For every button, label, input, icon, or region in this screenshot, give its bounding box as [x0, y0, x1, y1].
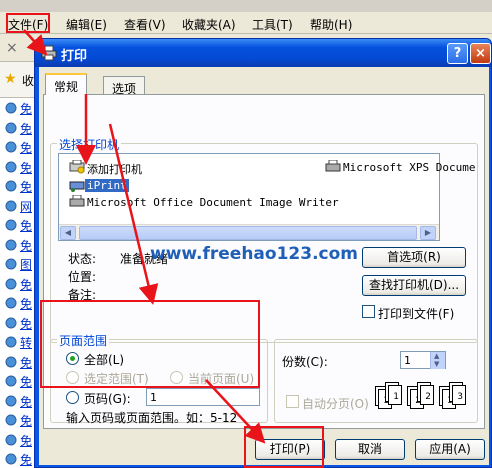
star-icon: ★: [4, 71, 17, 87]
link-bullet-icon: [5, 453, 17, 465]
spin-down-icon[interactable]: ▼: [434, 360, 439, 368]
help-button[interactable]: ?: [447, 43, 468, 64]
scroll-left-icon[interactable]: ◀: [60, 226, 76, 240]
dialog-titlebar: 打印 ? ×: [35, 39, 491, 67]
link-bullet-icon: [5, 375, 17, 387]
highlight-page-range: [40, 300, 260, 388]
link-bullet-icon: [5, 200, 17, 212]
dialog-title: 打印: [61, 49, 88, 64]
preferences-button[interactable]: 首选项(R): [362, 247, 466, 268]
apply-button[interactable]: 应用(A): [415, 439, 485, 460]
printer-item-office-writer[interactable]: Microsoft Office Document Image Writer: [87, 196, 339, 209]
copies-spinner[interactable]: ▲ ▼: [430, 352, 445, 369]
pages-input[interactable]: 1: [146, 388, 260, 406]
side-link[interactable]: 免: [20, 315, 32, 332]
side-link[interactable]: 免: [20, 451, 32, 468]
side-link[interactable]: 免: [20, 217, 32, 234]
link-bullet-icon: [5, 434, 17, 446]
print-to-file-checkbox[interactable]: [362, 305, 375, 318]
side-link[interactable]: 免: [20, 139, 32, 156]
highlight-file-menu: [6, 13, 50, 33]
side-link[interactable]: 免: [20, 295, 32, 312]
side-link[interactable]: 免: [20, 412, 32, 429]
scroll-thumb[interactable]: [79, 226, 417, 240]
link-bullet-icon: [5, 317, 17, 329]
dialog-body: 选项 选择打印机 添加打印机 Microsoft XPS Docume iPri…: [39, 67, 489, 465]
link-bullet-icon: [5, 180, 17, 192]
close-button[interactable]: ×: [470, 43, 491, 64]
printer-list[interactable]: 添加打印机 Microsoft XPS Docume iPrint Micros…: [58, 153, 475, 241]
side-link[interactable]: 免: [20, 276, 32, 293]
collate-checkbox[interactable]: [286, 395, 299, 408]
printer-item-xps[interactable]: Microsoft XPS Docume: [343, 161, 475, 174]
status-label: 状态:: [68, 252, 97, 266]
find-printer-button[interactable]: 查找打印机(D)...: [362, 275, 466, 296]
link-bullet-icon: [5, 258, 17, 270]
side-link[interactable]: 免: [20, 159, 32, 176]
side-link[interactable]: 免: [20, 178, 32, 195]
link-bullet-icon: [5, 336, 17, 348]
side-link[interactable]: 网: [20, 198, 32, 215]
link-bullet-icon: [5, 161, 17, 173]
tab-options[interactable]: 选项: [103, 76, 146, 96]
side-link[interactable]: 图: [20, 256, 32, 273]
range-pages-radio[interactable]: [66, 391, 79, 404]
close-icon[interactable]: ×: [6, 40, 18, 56]
ie-address-strip: [0, 0, 492, 12]
office-printer-icon: [69, 195, 85, 207]
collate-page-icon: 1: [388, 385, 402, 405]
link-bullet-icon: [5, 356, 17, 368]
spin-up-icon[interactable]: ▲: [434, 352, 439, 360]
xps-printer-icon: [325, 160, 341, 172]
link-bullet-icon: [5, 219, 17, 231]
print-to-file-label: 打印到文件(F): [378, 307, 455, 321]
page-range-hint: 输入页码或页面范围。如：5-12: [66, 411, 238, 425]
cancel-button[interactable]: 取消: [335, 439, 405, 460]
link-bullet-icon: [5, 278, 17, 290]
highlight-print-button: [244, 426, 324, 468]
menu-view[interactable]: 查看(V): [124, 16, 166, 33]
link-bullet-icon: [5, 297, 17, 309]
printer-item-add[interactable]: 添加打印机: [87, 161, 142, 177]
link-bullet-icon: [5, 141, 17, 153]
printer-item-iprint[interactable]: iPrint: [85, 179, 129, 192]
printer-icon: [41, 45, 57, 61]
link-bullet-icon: [5, 414, 17, 426]
side-link[interactable]: 免: [20, 120, 32, 137]
side-link[interactable]: 转: [20, 334, 32, 351]
location-label: 位置:: [68, 270, 97, 284]
add-printer-icon: [69, 160, 85, 174]
side-link[interactable]: 免: [20, 237, 32, 254]
side-link[interactable]: 免: [20, 100, 32, 117]
iprint-printer-icon: [69, 181, 85, 192]
menu-tools[interactable]: 工具(T): [252, 16, 293, 33]
scroll-right-icon[interactable]: ▶: [420, 226, 436, 240]
link-bullet-icon: [5, 122, 17, 134]
side-link[interactable]: 免: [20, 393, 32, 410]
select-printer-title: 选择打印机: [57, 136, 122, 153]
range-pages-label: 页码(G):: [84, 392, 131, 406]
menu-favorites[interactable]: 收藏夹(A): [182, 16, 236, 33]
side-link[interactable]: 免: [20, 373, 32, 390]
collate-label: 自动分页(O): [302, 397, 369, 411]
printer-list-scrollbar[interactable]: ◀ ▶: [59, 224, 439, 240]
link-bullet-icon: [5, 239, 17, 251]
collate-page-icon: 2: [420, 385, 434, 405]
collate-page-icon: 3: [452, 385, 466, 405]
ie-menubar: 文件(F) 编辑(E) 查看(V) 收藏夹(A) 工具(T) 帮助(H): [0, 12, 492, 34]
favorites-label[interactable]: 收: [22, 72, 34, 89]
copies-label: 份数(C):: [282, 355, 328, 369]
menu-edit[interactable]: 编辑(E): [66, 16, 107, 33]
menu-help[interactable]: 帮助(H): [310, 16, 352, 33]
watermark-text: www.freehao123.com: [150, 244, 358, 264]
side-link[interactable]: 免: [20, 432, 32, 449]
tab-general[interactable]: 常规: [45, 73, 88, 95]
link-bullet-icon: [5, 395, 17, 407]
link-bullet-icon: [5, 102, 17, 114]
side-link[interactable]: 免: [20, 354, 32, 371]
